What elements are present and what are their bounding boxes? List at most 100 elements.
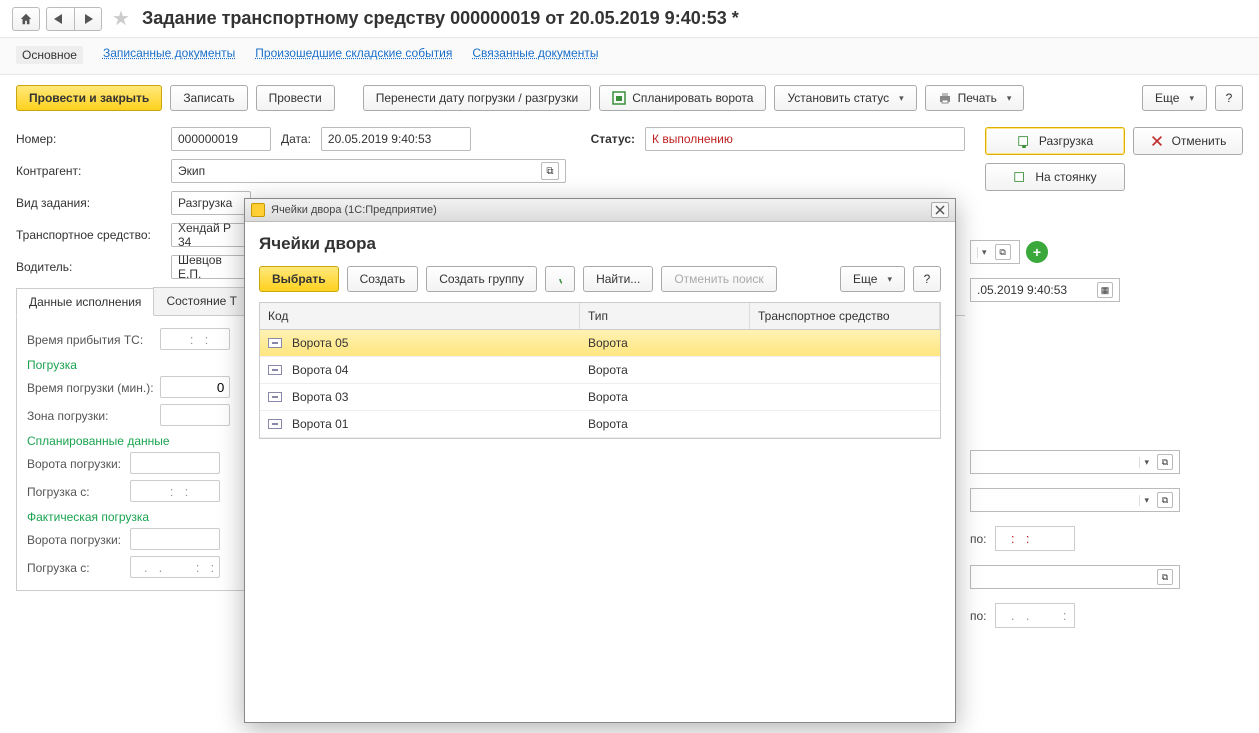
- add-button[interactable]: +: [1026, 241, 1048, 263]
- col-vehicle[interactable]: Транспортное средство: [750, 303, 940, 329]
- actual-gates-input[interactable]: [130, 528, 220, 550]
- actual-heading: Фактическая погрузка: [27, 510, 235, 524]
- date-label: Дата:: [281, 132, 311, 146]
- app-icon: [251, 203, 265, 217]
- dialog-more-button[interactable]: Еще: [840, 266, 905, 292]
- col-code[interactable]: Код: [260, 303, 580, 329]
- dialog-heading: Ячейки двора: [259, 234, 941, 254]
- exec-panel: Время прибытия ТС: Погрузка Время погруз…: [16, 316, 246, 591]
- status-input[interactable]: К выполнению: [645, 127, 965, 151]
- actual-gates-label: Ворота погрузки:: [27, 533, 127, 547]
- select-button[interactable]: Выбрать: [259, 266, 339, 292]
- save-button[interactable]: Записать: [170, 85, 247, 111]
- row-code: Ворота 05: [292, 336, 348, 350]
- table-row[interactable]: Ворота 04Ворота: [260, 357, 940, 384]
- loadzone-input[interactable]: [160, 404, 230, 426]
- po-input-2[interactable]: [995, 603, 1075, 628]
- right-fields: ▾⧉ + .05.2019 9:40:53▦ ▾⧉ ▾⧉ по: ⧉ по:: [970, 240, 1180, 628]
- row-vehicle: [750, 364, 940, 376]
- vehicle-label: Транспортное средство:: [16, 228, 161, 242]
- create-button[interactable]: Создать: [347, 266, 419, 292]
- col-type[interactable]: Тип: [580, 303, 750, 329]
- from-label: Погрузка с:: [27, 485, 127, 499]
- find-button[interactable]: Найти...: [583, 266, 653, 292]
- tab-events[interactable]: Произошедшие складские события: [255, 46, 452, 64]
- vehicle-input[interactable]: Хендай Р 34: [171, 223, 251, 247]
- contractor-input[interactable]: Экип⧉: [171, 159, 566, 183]
- row-vehicle: [750, 337, 940, 349]
- page-title: Задание транспортному средству 000000019…: [142, 8, 739, 29]
- row-icon: [268, 419, 282, 429]
- gates-input[interactable]: [130, 452, 220, 474]
- rf-field-1[interactable]: ▾⧉: [970, 450, 1180, 474]
- arrival-input[interactable]: [160, 328, 230, 350]
- tab-docs[interactable]: Записанные документы: [103, 46, 235, 64]
- more-button[interactable]: Еще: [1142, 85, 1207, 111]
- close-button[interactable]: [931, 202, 949, 218]
- loading-heading: Погрузка: [27, 358, 235, 372]
- row-code: Ворота 01: [292, 417, 348, 431]
- loadtime-input[interactable]: [160, 376, 230, 398]
- table-row[interactable]: Ворота 03Ворота: [260, 384, 940, 411]
- forward-button[interactable]: [74, 7, 102, 31]
- tasktype-input[interactable]: Разгрузка: [171, 191, 251, 215]
- parking-label: На стоянку: [1035, 170, 1096, 184]
- driver-label: Водитель:: [16, 260, 161, 274]
- date-input[interactable]: 20.05.2019 9:40:53: [321, 127, 471, 151]
- tab-exec-data[interactable]: Данные исполнения: [16, 288, 154, 316]
- tasktype-label: Вид задания:: [16, 196, 161, 210]
- refresh-button[interactable]: [545, 266, 575, 292]
- actual-from-input[interactable]: [130, 556, 220, 578]
- cancel-find-button[interactable]: Отменить поиск: [661, 266, 776, 292]
- cells-dialog: Ячейки двора (1С:Предприятие) Ячейки дво…: [244, 198, 956, 723]
- cancel-label: Отменить: [1172, 134, 1227, 148]
- print-button[interactable]: Печать: [925, 85, 1025, 111]
- arrival-label: Время прибытия ТС:: [27, 333, 157, 347]
- dialog-window-title: Ячейки двора (1С:Предприятие): [271, 204, 437, 216]
- plan-gates-label: Спланировать ворота: [632, 91, 753, 105]
- loadtime-label: Время погрузки (мин.):: [27, 381, 157, 395]
- help-button[interactable]: ?: [1215, 85, 1243, 111]
- cancel-button[interactable]: Отменить: [1133, 127, 1243, 155]
- rf-date[interactable]: .05.2019 9:40:53▦: [970, 278, 1120, 302]
- tab-state[interactable]: Состояние Т: [153, 287, 250, 315]
- number-label: Номер:: [16, 132, 161, 146]
- actual-from-label: Погрузка с:: [27, 561, 127, 575]
- table-row[interactable]: Ворота 05Ворота: [260, 330, 940, 357]
- rf-field-3[interactable]: ⧉: [970, 565, 1180, 589]
- move-date-button[interactable]: Перенести дату погрузки / разгрузки: [363, 85, 592, 111]
- dialog-titlebar[interactable]: Ячейки двора (1С:Предприятие): [245, 199, 955, 222]
- planned-heading: Спланированные данные: [27, 434, 235, 448]
- set-status-button[interactable]: Установить статус: [774, 85, 916, 111]
- topbar: ★ Задание транспортному средству 0000000…: [0, 0, 1259, 38]
- table-row[interactable]: Ворота 01Ворота: [260, 411, 940, 438]
- contractor-label: Контрагент:: [16, 164, 161, 178]
- tab-related[interactable]: Связанные документы: [472, 46, 598, 64]
- table-header: Код Тип Транспортное средство: [260, 303, 940, 330]
- row-vehicle: [750, 418, 940, 430]
- section-tabs: Основное Записанные документы Произошедш…: [0, 38, 1259, 75]
- tab-main[interactable]: Основное: [16, 46, 83, 64]
- home-button[interactable]: [12, 7, 40, 31]
- cells-table: Код Тип Транспортное средство Ворота 05В…: [259, 302, 941, 439]
- from-input[interactable]: [130, 480, 220, 502]
- open-icon[interactable]: ⧉: [541, 162, 559, 180]
- favorite-icon[interactable]: ★: [112, 6, 130, 31]
- post-button[interactable]: Провести: [256, 85, 335, 111]
- back-button[interactable]: [46, 7, 74, 31]
- parking-button[interactable]: На стоянку: [985, 163, 1125, 191]
- plan-gates-button[interactable]: Спланировать ворота: [599, 85, 766, 111]
- number-input[interactable]: 000000019: [171, 127, 271, 151]
- create-group-button[interactable]: Создать группу: [426, 266, 537, 292]
- unload-button[interactable]: Разгрузка: [985, 127, 1125, 155]
- dialog-body: Ячейки двора Выбрать Создать Создать гру…: [245, 222, 955, 722]
- po-label-2: по:: [970, 609, 987, 623]
- driver-input[interactable]: Шевцов Е.П.: [171, 255, 251, 279]
- rf-dd-1[interactable]: ▾⧉: [970, 240, 1020, 264]
- po-input-1[interactable]: [995, 526, 1075, 551]
- dialog-toolbar: Выбрать Создать Создать группу Найти... …: [259, 266, 941, 292]
- row-code: Ворота 03: [292, 390, 348, 404]
- dialog-help-button[interactable]: ?: [913, 266, 941, 292]
- post-and-close-button[interactable]: Провести и закрыть: [16, 85, 162, 111]
- rf-field-2[interactable]: ▾⧉: [970, 488, 1180, 512]
